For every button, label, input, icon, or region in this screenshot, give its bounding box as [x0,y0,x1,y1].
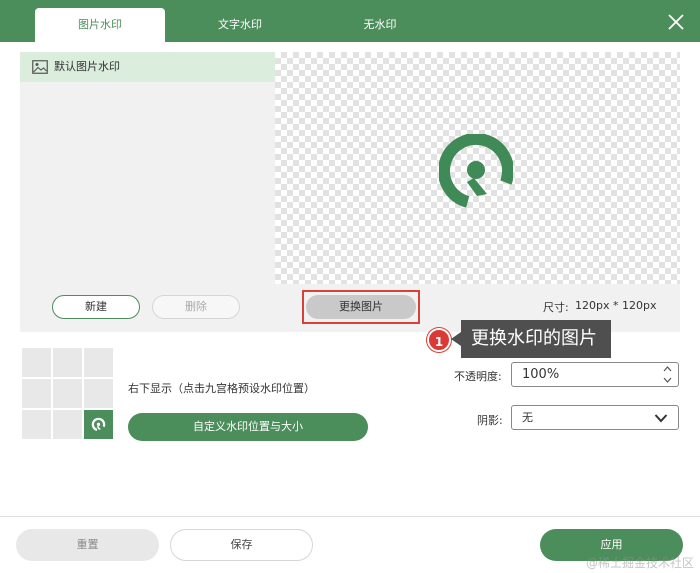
shadow-label: 阴影: [477,414,503,427]
grid-cell-top-center[interactable] [53,348,82,377]
opacity-spinbox[interactable]: 100% [511,362,679,387]
watermark-list-panel: 默认图片水印 新建 删除 [20,52,275,332]
shadow-value: 无 [522,411,533,424]
size-value: 120px * 120px [575,299,657,312]
new-button[interactable]: 新建 [52,295,140,319]
footer-divider [0,516,700,517]
grid-cell-top-left[interactable] [22,348,51,377]
opacity-label: 不透明度: [454,370,502,383]
grid-cell-middle-right[interactable] [84,379,113,408]
opacity-value: 100% [522,367,560,382]
chevron-down-icon [654,414,668,423]
watermark-logo-icon [439,134,513,208]
grid-cell-bottom-center[interactable] [53,410,82,439]
step-badge: 1 [427,328,451,352]
grid-cell-bottom-left[interactable] [22,410,51,439]
reset-button[interactable]: 重置 [16,529,159,561]
grid-cell-center[interactable] [53,379,82,408]
title-bar: 图片水印 文字水印 无水印 [0,0,700,42]
chevron-up-icon[interactable] [663,365,672,373]
delete-button[interactable]: 删除 [152,295,240,319]
image-icon [32,60,48,74]
tab-image-watermark[interactable]: 图片水印 [35,8,165,42]
size-label: 尺寸: [543,301,569,314]
tab-no-watermark[interactable]: 无水印 [315,8,445,42]
grid-cell-bottom-right[interactable] [84,410,113,439]
tab-text-watermark[interactable]: 文字水印 [175,8,305,42]
change-image-button[interactable]: 更换图片 [306,295,416,319]
position-description: 右下显示（点击九宫格预设水印位置） [128,382,315,395]
chevron-down-icon[interactable] [663,376,672,384]
close-icon[interactable] [666,12,686,32]
position-grid [22,348,114,440]
source-watermark: @稀土掘金技术社区 [585,556,694,570]
callout-arrow [451,332,461,346]
shadow-dropdown[interactable]: 无 [511,405,679,430]
custom-position-button[interactable]: 自定义水印位置与大小 [128,413,368,441]
list-item[interactable]: 默认图片水印 [20,52,275,82]
mini-logo-icon [91,417,106,432]
grid-cell-middle-left[interactable] [22,379,51,408]
grid-cell-top-right[interactable] [84,348,113,377]
annotation-callout: 更换水印的图片 [461,320,611,358]
save-button[interactable]: 保存 [170,529,313,561]
list-item-label: 默认图片水印 [54,60,120,73]
